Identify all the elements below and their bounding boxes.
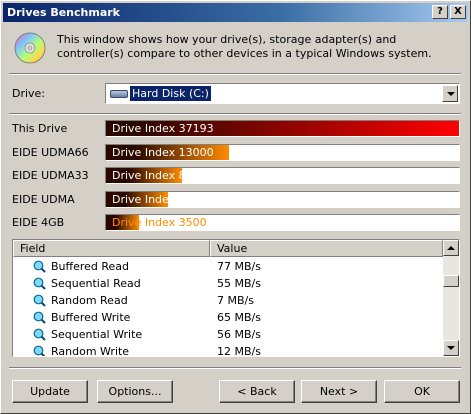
results-list[interactable]: Field Value Buffered Read 77 MB/s Sequenti…: [12, 239, 460, 357]
magnifier-icon: [33, 260, 46, 273]
magnifier-icon: [33, 345, 46, 356]
magnifier-icon: [33, 294, 46, 307]
column-header-value[interactable]: Value: [210, 240, 443, 257]
magnifier-icon: [33, 277, 46, 290]
list-item[interactable]: Random Read 7 MB/s: [13, 292, 443, 309]
list-item-field: Sequential Read: [51, 277, 141, 290]
list-item-value: 12 MB/s: [217, 345, 261, 357]
list-header: Field Value: [13, 240, 443, 257]
list-item[interactable]: Buffered Read 77 MB/s: [13, 258, 443, 275]
vertical-scrollbar[interactable]: [443, 240, 459, 356]
benchmark-label: EIDE UDMA: [12, 193, 75, 206]
next-button[interactable]: Next >: [301, 380, 377, 403]
list-item-value: 77 MB/s: [217, 260, 261, 273]
close-button[interactable]: X: [450, 5, 466, 19]
list-item[interactable]: Sequential Read 55 MB/s: [13, 275, 443, 292]
disc-icon: [14, 32, 46, 64]
hard-disk-icon: [110, 90, 128, 98]
benchmark-label: EIDE UDMA33: [12, 169, 89, 182]
benchmark-index-text: Drive Index 13000: [112, 146, 214, 159]
magnifier-icon: [33, 311, 46, 324]
list-item-field: Random Read: [51, 294, 128, 307]
benchmark-bar: Drive Index 37193: [105, 120, 460, 137]
list-item[interactable]: Buffered Write 65 MB/s: [13, 309, 443, 326]
update-button[interactable]: Update: [12, 380, 88, 403]
benchmark-label: EIDE UDMA66: [12, 146, 89, 159]
drive-label: Drive:: [12, 87, 46, 100]
benchmark-bar: Drive Index 13000: [105, 144, 460, 161]
separator: [9, 113, 461, 115]
separator: [9, 367, 461, 369]
list-item-field: Buffered Read: [51, 260, 130, 273]
benchmark-label: EIDE 4GB: [12, 216, 65, 229]
drive-selected-value: Hard Disk (C:): [130, 86, 211, 101]
title-bar[interactable]: Drives Benchmark ? X: [3, 3, 468, 22]
list-item-value: 65 MB/s: [217, 311, 261, 324]
benchmark-label: This Drive: [12, 122, 68, 135]
drive-select[interactable]: Hard Disk (C:): [105, 83, 460, 104]
intro-text: This window shows how your drive(s), sto…: [57, 33, 432, 60]
list-item-field: Random Write: [51, 345, 130, 357]
list-item[interactable]: Random Write 12 MB/s: [13, 343, 443, 357]
scroll-down-button[interactable]: [443, 340, 459, 356]
separator: [9, 73, 461, 75]
ok-button[interactable]: OK: [384, 380, 460, 403]
list-item[interactable]: Sequential Write 56 MB/s: [13, 326, 443, 343]
options-button[interactable]: Options...: [97, 380, 173, 403]
benchmark-bar: Drive Index 3500: [105, 214, 460, 231]
list-item-field: Sequential Write: [51, 328, 143, 341]
magnifier-icon: [33, 328, 46, 341]
benchmark-index-text: Drive Index 6500: [112, 193, 207, 206]
dropdown-arrow-icon[interactable]: [442, 85, 458, 102]
scroll-thumb[interactable]: [443, 275, 459, 287]
benchmark-bar: Drive Index 8000: [105, 167, 460, 184]
drives-benchmark-window: Drives Benchmark ? X This window shows h…: [0, 0, 471, 414]
column-header-field[interactable]: Field: [13, 240, 210, 257]
help-button[interactable]: ?: [432, 5, 448, 19]
back-button[interactable]: < Back: [219, 380, 295, 403]
list-item-field: Buffered Write: [51, 311, 131, 324]
window-title: Drives Benchmark: [7, 6, 120, 19]
benchmark-index-text: Drive Index 3500: [112, 216, 207, 229]
scroll-up-button[interactable]: [443, 240, 459, 256]
list-item-value: 7 MB/s: [217, 294, 254, 307]
list-item-value: 56 MB/s: [217, 328, 261, 341]
benchmark-bar: Drive Index 6500: [105, 191, 460, 208]
list-item-value: 55 MB/s: [217, 277, 261, 290]
benchmark-index-text: Drive Index 37193: [112, 122, 214, 135]
benchmark-index-text: Drive Index 8000: [112, 169, 207, 182]
